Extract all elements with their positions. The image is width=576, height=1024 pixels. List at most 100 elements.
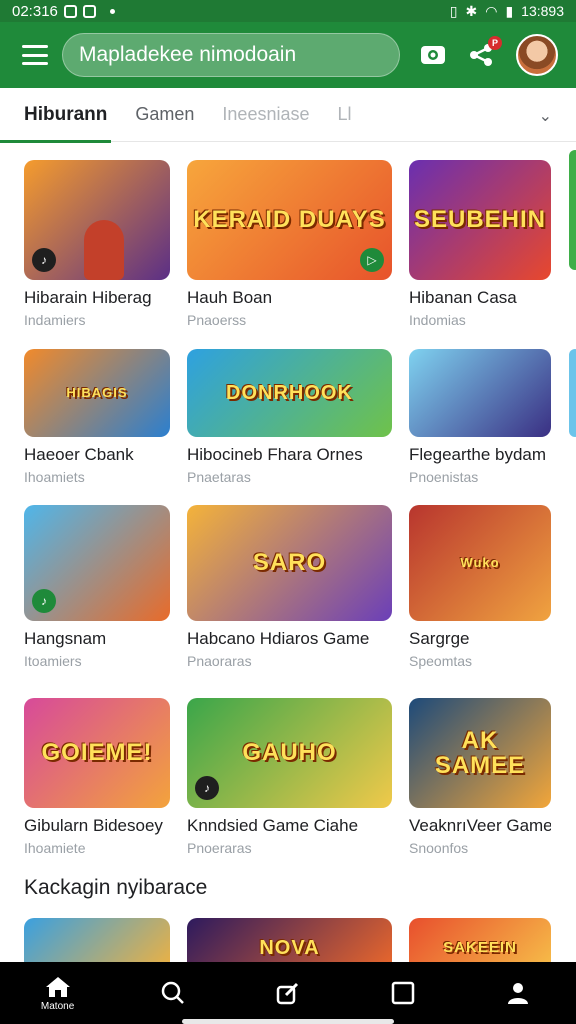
app-thumbnail xyxy=(409,349,551,437)
next-card-peek xyxy=(569,349,576,437)
nav-library[interactable] xyxy=(373,981,433,1005)
notification-icon xyxy=(63,4,77,18)
share-button[interactable]: P xyxy=(466,36,502,70)
app-title: Hauh Boan xyxy=(187,288,273,307)
avatar[interactable] xyxy=(516,34,558,76)
app-title: Gibularn Bidesoey xyxy=(24,816,163,835)
tab-ineesniase[interactable]: Ineesniase xyxy=(222,88,309,142)
app-subtitle: Snoonfos xyxy=(409,840,469,856)
app-row-3: ♪ Hangsnam Itoamiers SARO Habcano Hdiaro… xyxy=(24,505,576,669)
app-card[interactable]: KERAID DUAYS ▷ Hauh Boan Pnaoerss xyxy=(187,160,392,328)
app-thumbnail: DONRHOOK xyxy=(187,349,392,437)
gesture-bar xyxy=(182,1019,394,1024)
person-icon xyxy=(508,983,529,1004)
wifi-icon: ◠ xyxy=(485,2,498,19)
app-thumbnail: GAUHO ♪ xyxy=(187,698,392,808)
video-search-button[interactable] xyxy=(418,40,448,70)
tiktok-icon: ♪ xyxy=(32,589,56,613)
vibrate-icon: ▯ xyxy=(449,2,458,19)
menu-icon[interactable] xyxy=(22,45,48,65)
status-clock: 13:893 xyxy=(521,3,564,19)
thumbnail-art-text: GOIEME! xyxy=(41,739,153,767)
message-icon xyxy=(82,4,96,18)
category-tabs: Hiburann Gamen Ineesniase Ll xyxy=(0,88,576,143)
app-subtitle: Ihoamiete xyxy=(24,840,86,856)
nav-profile[interactable] xyxy=(488,981,548,1005)
app-subtitle: Pnaoraras xyxy=(187,653,252,669)
app-subtitle: Pnoeraras xyxy=(187,840,252,856)
app-thumbnail: SEUBEHIN xyxy=(409,160,551,280)
thumbnail-art-text: SAKEEIN xyxy=(443,939,517,957)
app-title: Knndsied Game Ciahe xyxy=(187,816,359,835)
camera-search-icon xyxy=(421,46,445,64)
thumbnail-art-text: SARO xyxy=(252,549,327,577)
edit-icon xyxy=(276,982,299,1005)
bottom-navigation: Matone xyxy=(0,962,576,1024)
tiktok-icon: ♪ xyxy=(32,248,56,272)
thumbnail-art-text: GAUHO xyxy=(242,739,337,767)
app-card[interactable]: ♪ Hangsnam Itoamiers xyxy=(24,505,170,669)
tab-gamen[interactable]: Gamen xyxy=(135,88,194,142)
nav-search[interactable] xyxy=(143,980,203,1006)
notification-badge: P xyxy=(488,36,502,50)
app-subtitle: Indomias xyxy=(409,312,466,328)
app-title: Hibocineb Fhara Ornes xyxy=(187,445,363,464)
app-thumbnail: HIBAGIS xyxy=(24,349,170,437)
tab-hiburann[interactable]: Hiburann xyxy=(0,88,112,143)
search-input[interactable]: Mapladekee nimodoain xyxy=(62,33,400,77)
app-subtitle: Indamiers xyxy=(24,312,86,328)
app-thumbnail: ♪ xyxy=(24,160,170,280)
app-card[interactable]: SARO Habcano Hdiaros Game Pnaoraras xyxy=(187,505,392,669)
thumbnail-art-text: DONRHOOK xyxy=(226,381,353,404)
thumbnail-art-text: HIBAGIS xyxy=(66,385,128,401)
app-card[interactable]: GOIEME! Gibularn Bidesoey Ihoamiete xyxy=(24,698,170,856)
bluetooth-icon: ✱ xyxy=(465,2,478,19)
thumbnail-art-text: SEUBEHIN xyxy=(413,206,547,234)
app-card[interactable]: SEUBEHIN Hibanan Casa Indomias xyxy=(409,160,551,328)
app-subtitle: Pnaetaras xyxy=(187,469,251,485)
thumbnail-art-text: NOVA xyxy=(259,936,320,959)
app-subtitle: Speomtas xyxy=(409,653,473,669)
app-card[interactable]: Wuko Sargrge Speomtas xyxy=(409,505,551,669)
app-row-2: HIBAGIS Haeoer Cbank Ihoamiets DONRHOOK … xyxy=(24,349,576,485)
app-card[interactable]: AK SAMEE VeaknrıVeer Game Snoonfos xyxy=(409,698,551,856)
app-bar: Mapladekee nimodoain P xyxy=(0,22,576,88)
square-icon xyxy=(391,981,415,1005)
search-icon xyxy=(161,981,184,1004)
app-title: Hibanan Casa xyxy=(409,288,517,307)
app-thumbnail: Wuko xyxy=(409,505,551,621)
app-title: VeaknrıVeer Game xyxy=(409,816,551,835)
app-thumbnail: KERAID DUAYS ▷ xyxy=(187,160,392,280)
app-title: Habcano Hdiaros Game xyxy=(187,629,370,648)
dot-icon xyxy=(109,8,115,14)
app-title: Hibarain Hiberag xyxy=(24,288,152,307)
status-right: ▯ ✱ ◠ ▮ 13:893 xyxy=(450,3,564,20)
app-title: Haeoer Cbank xyxy=(24,445,134,464)
app-card[interactable]: ♪ Hibarain Hiberag Indamiers xyxy=(24,160,170,328)
tab-ll[interactable]: Ll xyxy=(338,88,352,142)
app-thumbnail: SARO xyxy=(187,505,392,621)
app-row-1: ♪ Hibarain Hiberag Indamiers KERAID DUAY… xyxy=(24,160,576,328)
app-card[interactable]: DONRHOOK Hibocineb Fhara Ornes Pnaetaras xyxy=(187,349,392,485)
nav-home[interactable]: Matone xyxy=(28,975,88,1012)
next-card-peek xyxy=(569,150,576,270)
app-subtitle: Itoamiers xyxy=(24,653,82,669)
app-card[interactable]: GAUHO ♪ Knndsied Game Ciahe Pnoeraras xyxy=(187,698,392,856)
app-thumbnail: AK SAMEE xyxy=(409,698,551,808)
play-icon: ▷ xyxy=(360,248,384,272)
app-title: Hangsnam xyxy=(24,629,107,648)
status-time: 02:316 xyxy=(12,2,58,20)
home-icon xyxy=(45,976,70,997)
app-card[interactable]: Flegearthe bydam Pnoenistas xyxy=(409,349,551,485)
chevron-down-icon[interactable]: ⌄ xyxy=(539,106,552,126)
thumbnail-art-text: Wuko xyxy=(460,555,500,571)
nav-create[interactable] xyxy=(258,980,318,1006)
app-thumbnail: ♪ xyxy=(24,505,170,621)
section-title: Kackagin nyibarace xyxy=(24,876,208,899)
search-value: Mapladekee nimodoain xyxy=(79,43,297,66)
thumbnail-art-text: AK SAMEE xyxy=(434,726,526,779)
app-subtitle: Ihoamiets xyxy=(24,469,85,485)
app-card[interactable]: HIBAGIS Haeoer Cbank Ihoamiets xyxy=(24,349,170,485)
tiktok-icon: ♪ xyxy=(195,776,219,800)
thumbnail-art-text: KERAID DUAYS xyxy=(193,206,386,234)
